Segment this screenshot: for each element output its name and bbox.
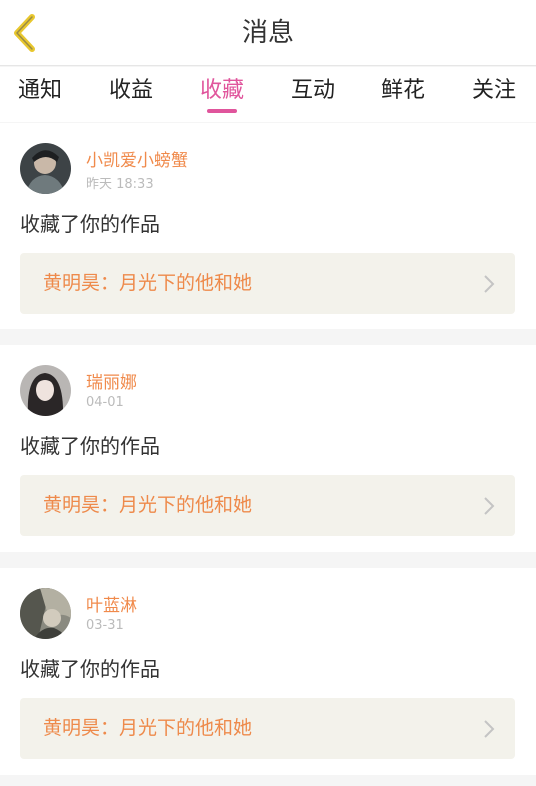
top-bar: 消息 xyxy=(0,0,536,66)
tab-label: 收益 xyxy=(108,78,153,103)
message-card: 小凯爱小螃蟹 昨天 18:33 收藏了你的作品 黄明昊：月光下的他和她 xyxy=(0,123,536,329)
work-title: 黄明昊：月光下的他和她 xyxy=(43,494,253,516)
tab-bar: 通知 收益 收藏 互动 鲜花 关注 xyxy=(0,67,536,122)
tab-label: 鲜花 xyxy=(380,78,425,103)
username[interactable]: 叶蓝淋 xyxy=(86,591,137,616)
tab-following[interactable]: 关注 xyxy=(454,67,534,122)
username[interactable]: 小凯爱小螃蟹 xyxy=(86,146,188,171)
avatar[interactable] xyxy=(20,365,71,416)
work-link[interactable]: 黄明昊：月光下的他和她 xyxy=(20,475,515,536)
chevron-right-icon xyxy=(484,497,495,515)
tab-label: 收藏 xyxy=(199,78,244,103)
timestamp: 昨天 18:33 xyxy=(86,177,154,192)
tab-notifications[interactable]: 通知 xyxy=(0,67,80,122)
work-link[interactable]: 黄明昊：月光下的他和她 xyxy=(20,698,515,759)
action-text: 收藏了你的作品 xyxy=(20,657,160,681)
message-card: 瑞丽娜 04-01 收藏了你的作品 黄明昊：月光下的他和她 xyxy=(0,345,536,552)
tab-flowers[interactable]: 鲜花 xyxy=(363,67,443,122)
timestamp: 04-01 xyxy=(86,395,124,410)
chevron-right-icon xyxy=(484,720,495,738)
username[interactable]: 瑞丽娜 xyxy=(86,368,137,393)
action-text: 收藏了你的作品 xyxy=(20,212,160,236)
active-tab-indicator xyxy=(207,109,237,113)
avatar[interactable] xyxy=(20,143,71,194)
tab-label: 通知 xyxy=(17,78,62,103)
tab-interactions[interactable]: 互动 xyxy=(273,67,353,122)
action-text: 收藏了你的作品 xyxy=(20,434,160,458)
tab-label: 互动 xyxy=(290,78,335,103)
chevron-right-icon xyxy=(484,275,495,293)
work-title: 黄明昊：月光下的他和她 xyxy=(43,717,253,739)
tab-earnings[interactable]: 收益 xyxy=(91,67,171,122)
page-title: 消息 xyxy=(241,18,294,48)
work-title: 黄明昊：月光下的他和她 xyxy=(43,272,253,294)
tab-label: 关注 xyxy=(471,78,516,103)
tab-favorites[interactable]: 收藏 xyxy=(182,67,262,122)
work-link[interactable]: 黄明昊：月光下的他和她 xyxy=(20,253,515,314)
avatar[interactable] xyxy=(20,588,71,639)
timestamp: 03-31 xyxy=(86,618,124,633)
message-card: 叶蓝淋 03-31 收藏了你的作品 黄明昊：月光下的他和她 xyxy=(0,568,536,775)
